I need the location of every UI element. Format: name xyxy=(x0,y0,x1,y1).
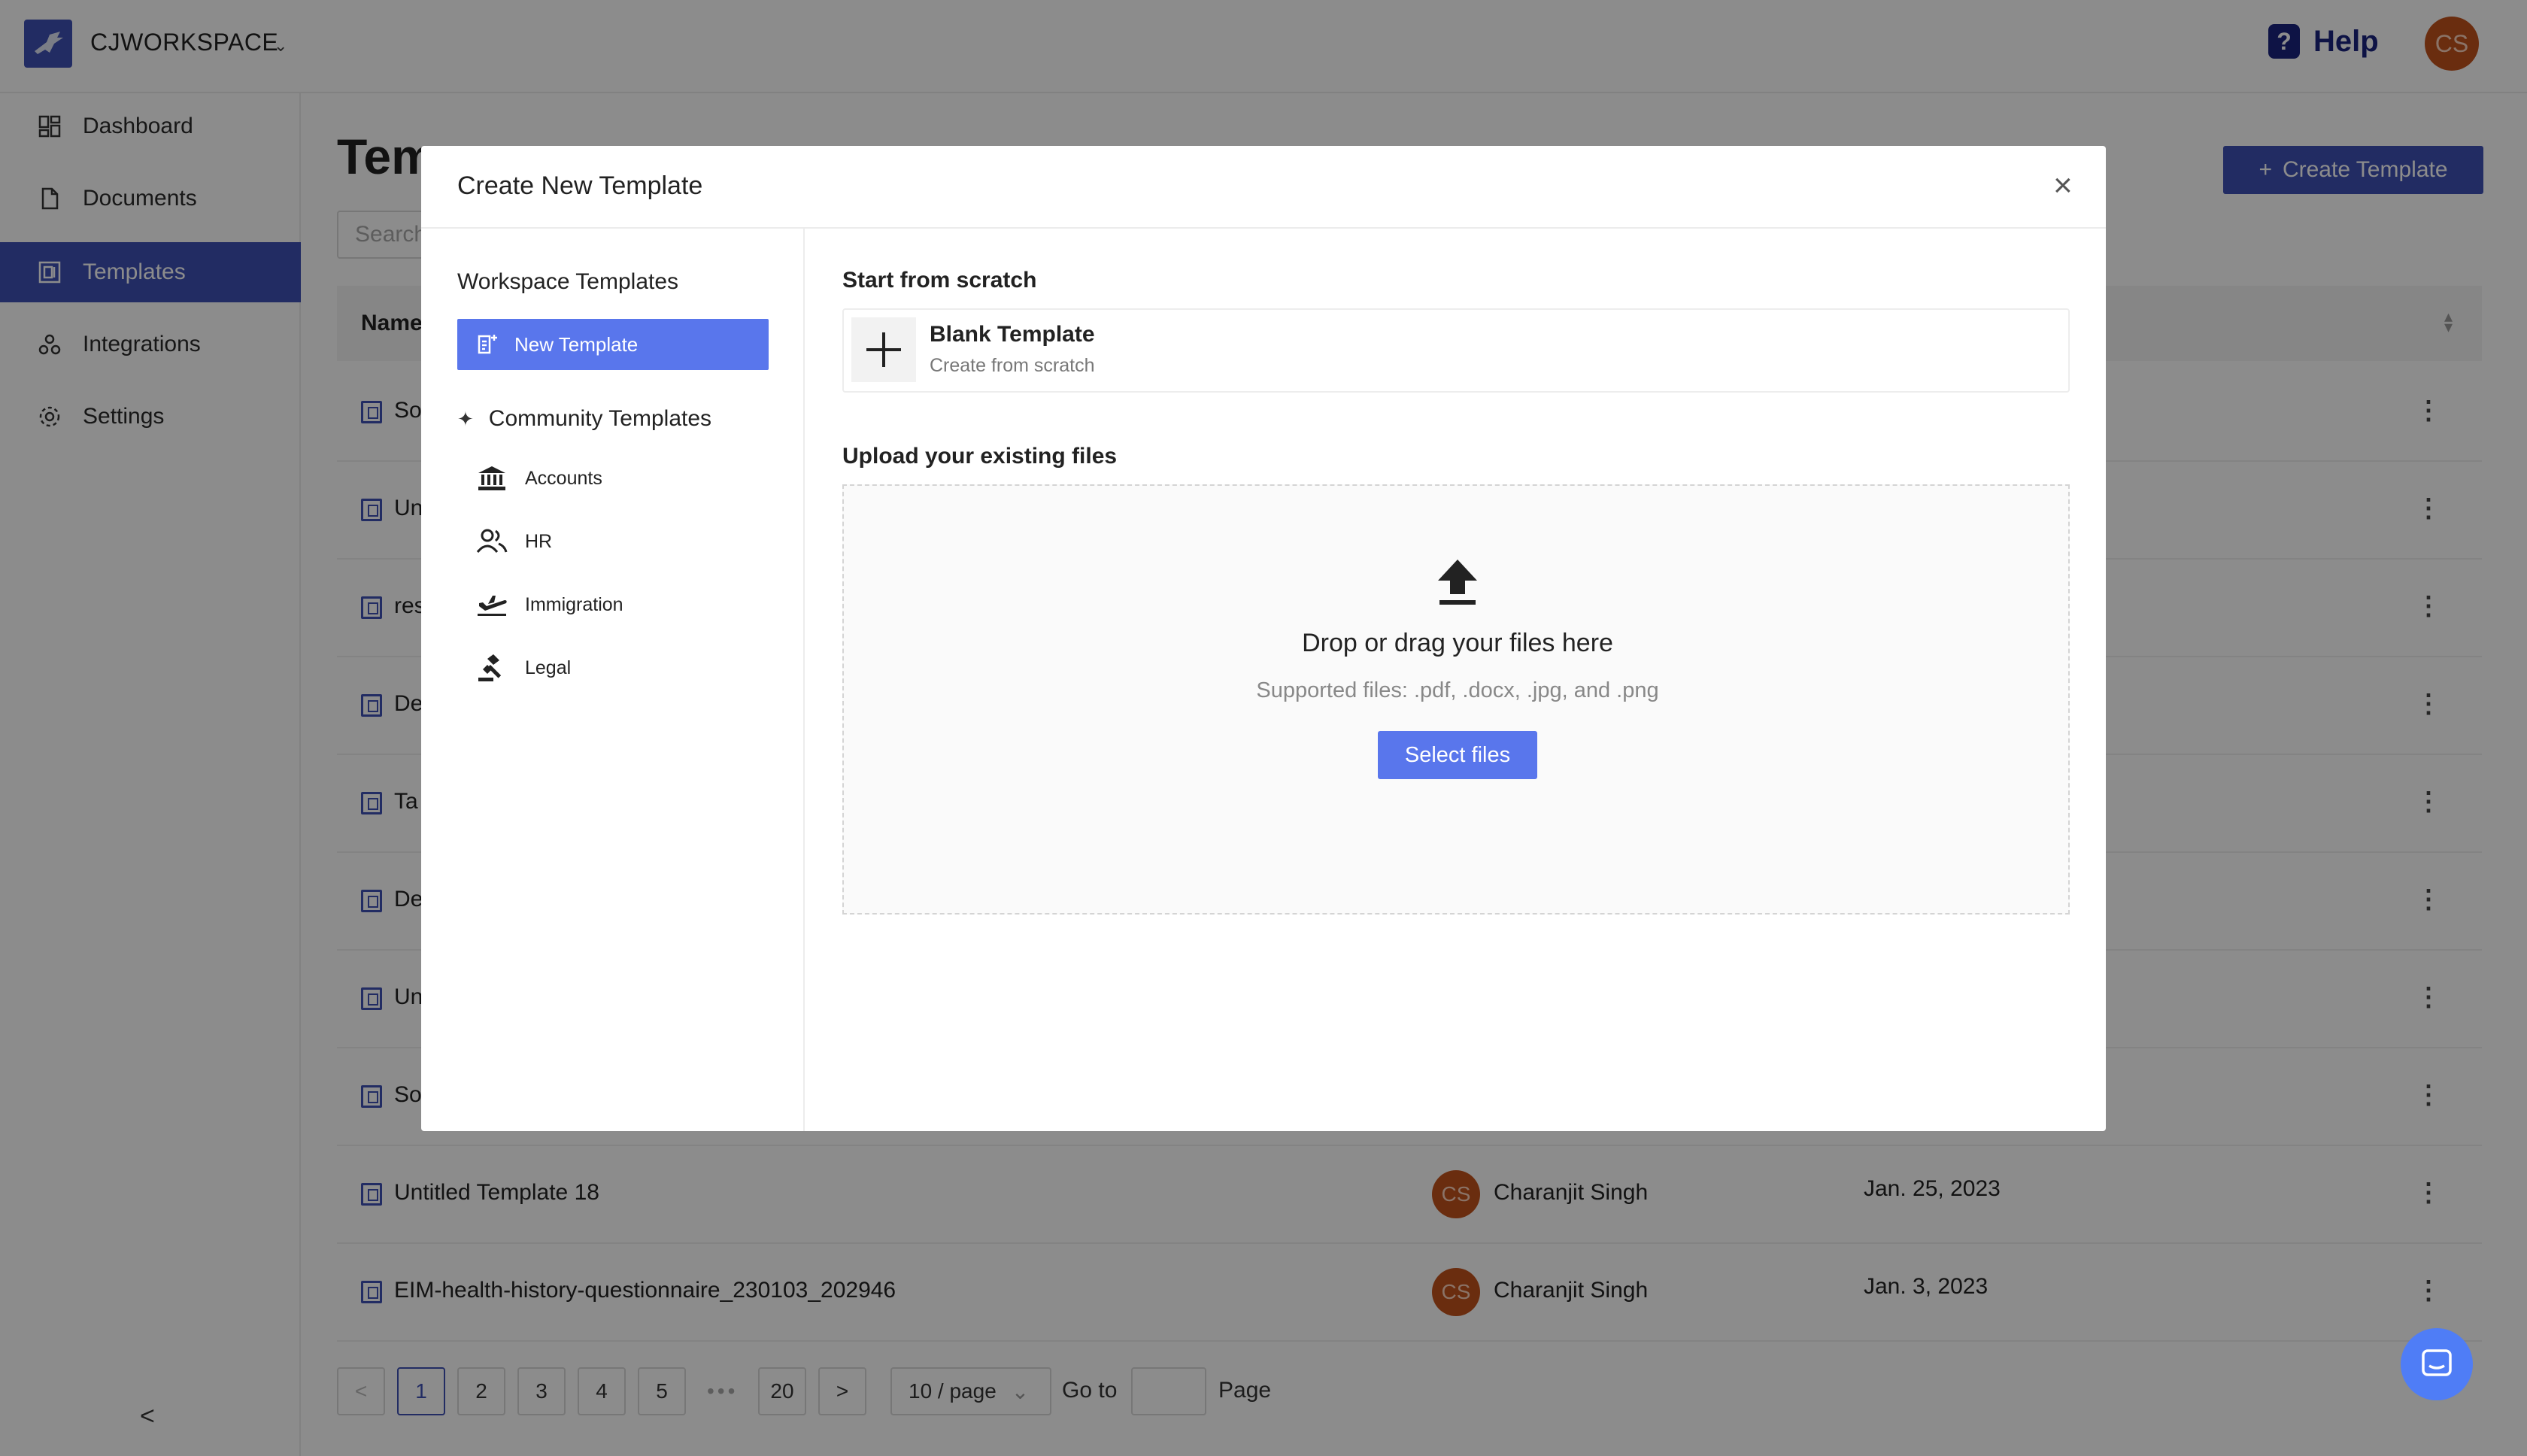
file-drop-zone[interactable]: Drop or drag your files here Supported f… xyxy=(842,484,2070,915)
category-label: HR xyxy=(525,530,553,552)
new-document-icon xyxy=(478,335,497,354)
category-immigration[interactable]: Immigration xyxy=(475,590,623,620)
category-legal[interactable]: Legal xyxy=(475,653,571,683)
new-template-button[interactable]: New Template xyxy=(457,319,769,370)
supported-files-text: Supported files: .pdf, .docx, .jpg, and … xyxy=(1256,678,1659,702)
blank-template-title: Blank Template xyxy=(930,322,1095,347)
start-from-scratch-heading: Start from scratch xyxy=(842,268,1037,293)
community-templates-heading: ✦ Community Templates xyxy=(457,406,712,431)
blank-template-card[interactable]: Blank Template Create from scratch xyxy=(842,308,2070,393)
category-label: Accounts xyxy=(525,467,602,489)
select-files-button[interactable]: Select files xyxy=(1378,731,1537,779)
modal-header: Create New Template × xyxy=(421,146,2106,229)
category-hr[interactable]: HR xyxy=(475,526,552,557)
close-icon[interactable]: × xyxy=(2053,167,2073,205)
bank-icon xyxy=(475,463,508,493)
sparkle-icon: ✦ xyxy=(457,407,474,430)
category-label: Legal xyxy=(525,657,572,678)
upload-heading: Upload your existing files xyxy=(842,444,1118,469)
modal-title: Create New Template xyxy=(457,171,703,200)
plus-icon xyxy=(851,317,916,382)
category-label: Immigration xyxy=(525,593,623,615)
drop-title: Drop or drag your files here xyxy=(1302,629,1613,657)
airplane-takeoff-icon xyxy=(475,590,508,620)
people-icon xyxy=(475,526,508,557)
new-template-label: New Template xyxy=(514,332,639,356)
chat-icon xyxy=(2422,1349,2452,1376)
blank-template-subtitle: Create from scratch xyxy=(930,355,1095,376)
category-accounts[interactable]: Accounts xyxy=(475,463,602,493)
create-template-modal: Create New Template × Workspace Template… xyxy=(421,146,2106,1131)
chat-launcher-button[interactable] xyxy=(2401,1328,2473,1400)
upload-icon xyxy=(1438,560,1477,605)
gavel-icon xyxy=(475,653,508,683)
workspace-templates-heading: Workspace Templates xyxy=(457,269,679,294)
